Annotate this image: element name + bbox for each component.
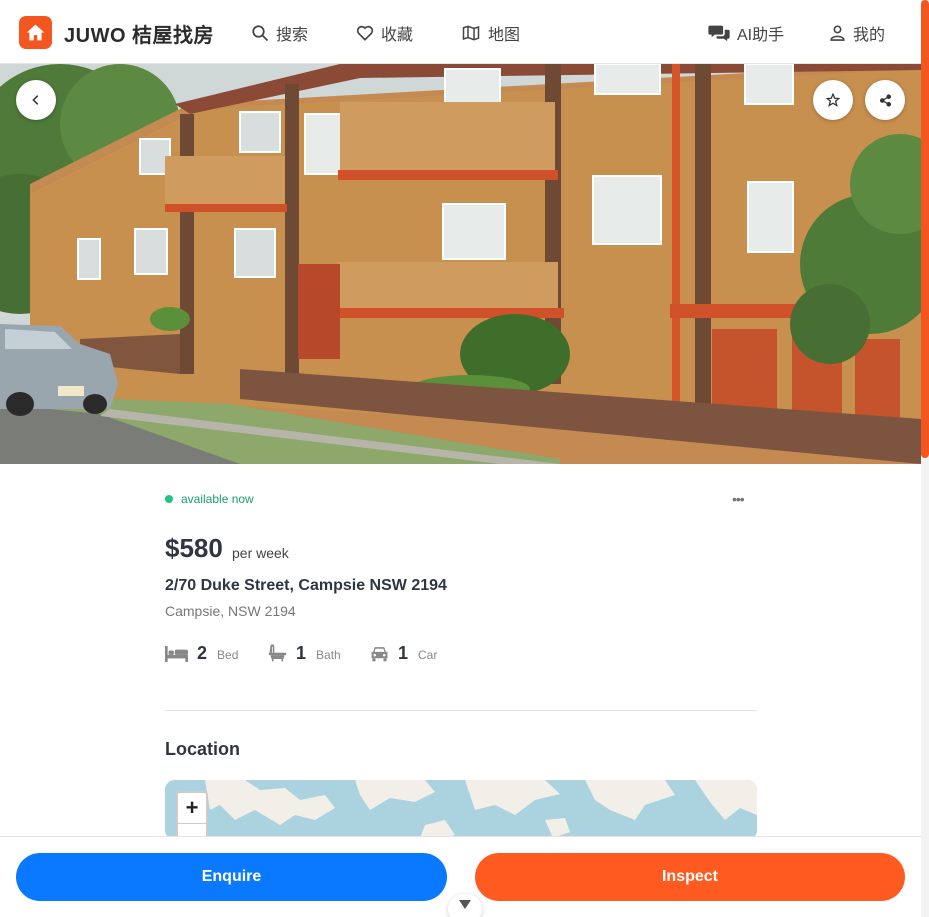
- listing-suburb: Campsie, NSW 2194: [165, 603, 296, 619]
- brand-name[interactable]: JUWO 桔屋找房: [64, 19, 214, 48]
- car-icon: [371, 647, 388, 662]
- section-divider: [165, 710, 757, 711]
- bath-label: Bath: [316, 647, 341, 662]
- zoom-in-button[interactable]: +: [178, 793, 206, 824]
- chat-icon: [708, 25, 730, 42]
- bed-icon: [165, 645, 188, 662]
- availability-status: available now: [165, 492, 254, 506]
- scroll-down-button[interactable]: [448, 894, 482, 917]
- car-count: 1: [398, 643, 409, 663]
- page-scrollbar[interactable]: [921, 0, 929, 917]
- scrollbar-thumb[interactable]: [921, 0, 929, 458]
- map-zoom-control[interactable]: +: [176, 791, 208, 841]
- price-period: per week: [232, 545, 289, 561]
- share-icon: [879, 93, 891, 107]
- nav-profile[interactable]: 我的: [829, 21, 885, 45]
- feature-car: 1 Car: [370, 643, 437, 664]
- car-label: Car: [418, 647, 438, 662]
- home-logo-icon[interactable]: [19, 16, 52, 49]
- status-dot-icon: [165, 495, 173, 503]
- nav-ai-assistant[interactable]: AI助手: [708, 21, 784, 45]
- chevron-left-icon: [32, 95, 39, 105]
- user-icon: [830, 25, 845, 41]
- status-text: available now: [181, 492, 254, 506]
- caret-down-icon: [459, 900, 471, 909]
- top-header: JUWO 桔屋找房 搜索 收藏 地图 AI助手 我的: [0, 0, 921, 64]
- nav-search[interactable]: 搜索: [251, 21, 308, 45]
- enquire-button[interactable]: Enquire: [16, 853, 447, 901]
- nav-favorites-label: 收藏: [381, 27, 414, 44]
- nav-search-label: 搜索: [276, 27, 309, 44]
- favorite-button[interactable]: [813, 80, 853, 120]
- heart-icon: [356, 25, 374, 41]
- feature-bed: 2 Bed: [165, 643, 238, 664]
- nav-favorites[interactable]: 收藏: [356, 21, 413, 45]
- feature-bath: 1 Bath: [268, 643, 341, 664]
- listing-address: 2/70 Duke Street, Campsie NSW 2194: [165, 577, 447, 594]
- nav-profile-label: 我的: [853, 27, 886, 44]
- bath-icon: [268, 644, 287, 662]
- share-button[interactable]: [865, 80, 905, 120]
- inspect-button[interactable]: Inspect: [475, 853, 905, 901]
- map-icon: [462, 25, 480, 41]
- bath-count: 1: [296, 643, 307, 663]
- more-options-icon[interactable]: •••: [732, 491, 745, 507]
- nav-ai-label: AI助手: [737, 27, 785, 44]
- bed-count: 2: [197, 643, 208, 663]
- location-heading: Location: [165, 739, 240, 759]
- back-button[interactable]: [16, 80, 56, 120]
- property-photo[interactable]: [0, 64, 921, 464]
- bed-label: Bed: [217, 647, 239, 662]
- listing-price: $580: [165, 533, 223, 563]
- star-icon: [826, 93, 840, 107]
- location-map[interactable]: [165, 780, 757, 840]
- nav-map[interactable]: 地图: [461, 21, 520, 45]
- nav-map-label: 地图: [488, 27, 521, 44]
- search-icon: [252, 25, 269, 42]
